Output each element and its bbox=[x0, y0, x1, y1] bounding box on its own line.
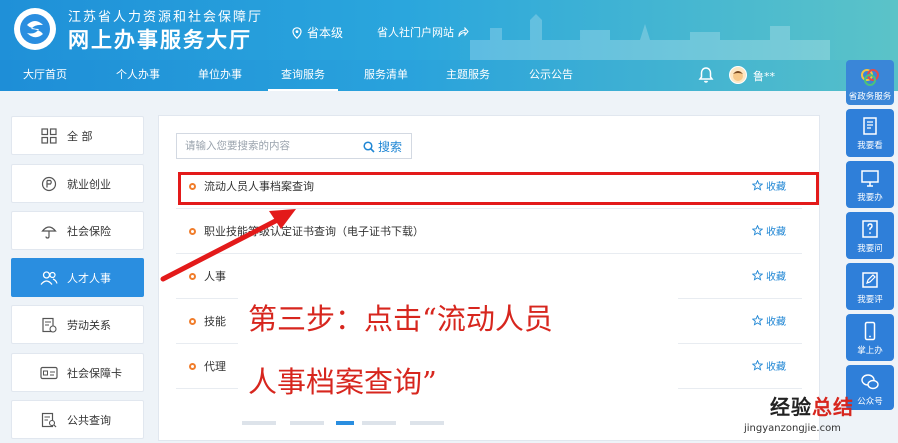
main-nav: 大厅首页 个人办事 单位办事 查询服务 服务清单 主题服务 公示公告 鲁** bbox=[0, 60, 898, 91]
portal-link[interactable]: 省人社门户网站 bbox=[377, 24, 469, 40]
star-icon bbox=[752, 270, 763, 281]
location-pin-icon bbox=[292, 26, 302, 39]
gov-logo-icon bbox=[861, 69, 879, 86]
nav-notices[interactable]: 公示公告 bbox=[516, 60, 586, 91]
toolbar-label: 我要看 bbox=[857, 141, 883, 151]
skyline-decoration bbox=[470, 14, 830, 60]
search-icon bbox=[363, 140, 375, 153]
search-input[interactable] bbox=[177, 134, 357, 158]
service-title[interactable]: 代理 bbox=[204, 358, 226, 374]
highlight-box bbox=[178, 172, 819, 205]
search-box: 搜索 bbox=[176, 133, 412, 159]
toolbar-label: 我要评 bbox=[857, 295, 883, 305]
ask-button[interactable]: 我要问 bbox=[846, 212, 894, 259]
favorite-label: 收藏 bbox=[766, 272, 786, 283]
monitor-icon bbox=[861, 170, 879, 187]
umbrella-icon bbox=[40, 222, 58, 240]
callout-line-1: 第三步：点击“流动人员 bbox=[248, 302, 553, 336]
avatar[interactable] bbox=[729, 66, 747, 84]
sidebar-item-label: 社会保险 bbox=[67, 224, 111, 238]
sidebar-item-social-card[interactable]: 社会保障卡 bbox=[11, 353, 144, 392]
org-name: 江苏省人力资源和社会保障厅 bbox=[68, 10, 264, 25]
sidebar-item-label: 人才人事 bbox=[67, 271, 111, 285]
nav-personal[interactable]: 个人办事 bbox=[103, 60, 173, 91]
bullet-icon bbox=[189, 318, 196, 325]
book-icon bbox=[863, 117, 877, 135]
sidebar-item-label: 全 部 bbox=[67, 129, 93, 143]
service-title[interactable]: 技能 bbox=[204, 313, 226, 329]
handle-button[interactable]: 我要办 bbox=[846, 161, 894, 208]
sidebar-item-all[interactable]: 全 部 bbox=[11, 116, 144, 155]
search-button-label: 搜索 bbox=[378, 140, 403, 154]
nav-home[interactable]: 大厅首页 bbox=[10, 60, 80, 91]
user-name[interactable]: 鲁** bbox=[753, 68, 775, 84]
step-callout: 第三步：点击“流动人员 人事档案查询” bbox=[238, 287, 678, 418]
edit-icon bbox=[862, 272, 878, 288]
toolbar-label: 我要办 bbox=[857, 193, 883, 203]
sidebar-item-social-insurance[interactable]: 社会保险 bbox=[11, 211, 144, 250]
sidebar-item-talent[interactable]: 人才人事 bbox=[11, 258, 144, 297]
gov-service-button[interactable]: 省政务服务 bbox=[846, 60, 894, 105]
nav-company[interactable]: 单位办事 bbox=[185, 60, 255, 91]
sidebar-item-label: 劳动关系 bbox=[67, 318, 111, 332]
sidebar-item-label: 就业创业 bbox=[67, 177, 111, 191]
nav-service-list[interactable]: 服务清单 bbox=[351, 60, 421, 91]
bell-icon[interactable] bbox=[698, 66, 714, 84]
callout-line-2: 人事档案查询” bbox=[248, 365, 437, 399]
pager-dot[interactable] bbox=[362, 421, 396, 425]
pager-dot[interactable] bbox=[290, 421, 324, 425]
mobile-button[interactable]: 掌上办 bbox=[846, 314, 894, 361]
toolbar-label: 公众号 bbox=[857, 397, 883, 407]
bullet-icon bbox=[189, 363, 196, 370]
favorite-button[interactable]: 收藏 bbox=[752, 313, 786, 328]
sidebar-item-employment[interactable]: 就业创业 bbox=[11, 164, 144, 203]
favorite-button[interactable]: 收藏 bbox=[752, 223, 786, 238]
star-icon bbox=[752, 225, 763, 236]
view-button[interactable]: 我要看 bbox=[846, 109, 894, 157]
site-header: 江苏省人力资源和社会保障厅 网上办事服务大厅 省本级 省人社门户网站 bbox=[0, 0, 898, 60]
document-icon bbox=[40, 316, 58, 334]
watermark-url: jingyanzongjie.com bbox=[744, 423, 841, 434]
watermark-main-red: 总结 bbox=[812, 395, 854, 419]
grid-icon bbox=[40, 127, 58, 145]
search-list-icon bbox=[40, 411, 58, 429]
rate-button[interactable]: 我要评 bbox=[846, 263, 894, 310]
portal-link-label: 省人社门户网站 bbox=[377, 26, 454, 39]
card-icon bbox=[40, 364, 58, 382]
pager-dot-active[interactable] bbox=[336, 421, 354, 425]
sidebar-item-public-query[interactable]: 公共查询 bbox=[11, 400, 144, 439]
toolbar-label: 我要问 bbox=[857, 244, 883, 254]
site-logo[interactable] bbox=[14, 8, 56, 50]
toolbar-label: 省政务服务 bbox=[848, 92, 892, 102]
question-icon bbox=[862, 220, 878, 238]
star-icon bbox=[752, 315, 763, 326]
watermark-logo: 经验总结 bbox=[770, 391, 854, 420]
share-icon bbox=[458, 27, 469, 37]
site-title: 网上办事服务大厅 bbox=[68, 28, 252, 52]
hrss-logo-icon bbox=[20, 14, 50, 44]
search-button[interactable]: 搜索 bbox=[363, 138, 402, 155]
watermark-main-black: 经验 bbox=[770, 395, 812, 419]
favorite-label: 收藏 bbox=[766, 317, 786, 328]
people-icon bbox=[40, 269, 58, 287]
location-label: 省本级 bbox=[307, 26, 344, 40]
nav-topics[interactable]: 主题服务 bbox=[433, 60, 503, 91]
favorite-button[interactable]: 收藏 bbox=[752, 268, 786, 283]
pager-dot[interactable] bbox=[410, 421, 444, 425]
wechat-icon bbox=[861, 374, 879, 390]
favorite-label: 收藏 bbox=[766, 227, 786, 238]
star-icon bbox=[752, 360, 763, 371]
nav-query[interactable]: 查询服务 bbox=[268, 60, 338, 91]
sidebar-item-label: 公共查询 bbox=[67, 413, 111, 427]
user-avatar-icon bbox=[733, 71, 743, 81]
sidebar-item-labor-relations[interactable]: 劳动关系 bbox=[11, 305, 144, 344]
favorite-button[interactable]: 收藏 bbox=[752, 358, 786, 373]
toolbar-label: 掌上办 bbox=[857, 346, 883, 356]
sidebar-item-label: 社会保障卡 bbox=[67, 366, 122, 380]
favorite-label: 收藏 bbox=[766, 362, 786, 373]
location-selector[interactable]: 省本级 bbox=[292, 24, 343, 41]
employment-icon bbox=[40, 175, 58, 193]
pager-dot[interactable] bbox=[242, 421, 276, 425]
phone-icon bbox=[864, 321, 876, 341]
